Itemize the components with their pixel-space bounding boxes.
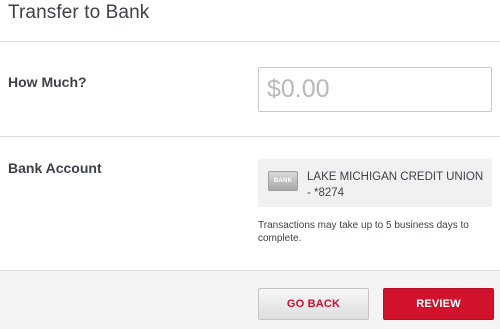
review-button[interactable]: REVIEW bbox=[383, 288, 494, 320]
divider bbox=[0, 41, 500, 42]
amount-label: How Much? bbox=[8, 74, 87, 90]
divider bbox=[0, 136, 500, 137]
bank-account-card[interactable]: BANK LAKE MICHIGAN CREDIT UNION - *8274 bbox=[258, 159, 492, 207]
bank-card-icon: BANK bbox=[268, 171, 298, 191]
amount-field[interactable] bbox=[258, 67, 492, 112]
page-title: Transfer to Bank bbox=[8, 2, 150, 23]
amount-input[interactable] bbox=[267, 75, 477, 104]
go-back-button[interactable]: GO BACK bbox=[258, 288, 369, 320]
transfer-note: Transactions may take up to 5 business d… bbox=[258, 220, 469, 244]
bank-logo-text: BANK bbox=[273, 178, 293, 184]
bank-account-label: Bank Account bbox=[8, 160, 102, 176]
bank-account-name: LAKE MICHIGAN CREDIT UNION - *8274 bbox=[307, 171, 484, 199]
